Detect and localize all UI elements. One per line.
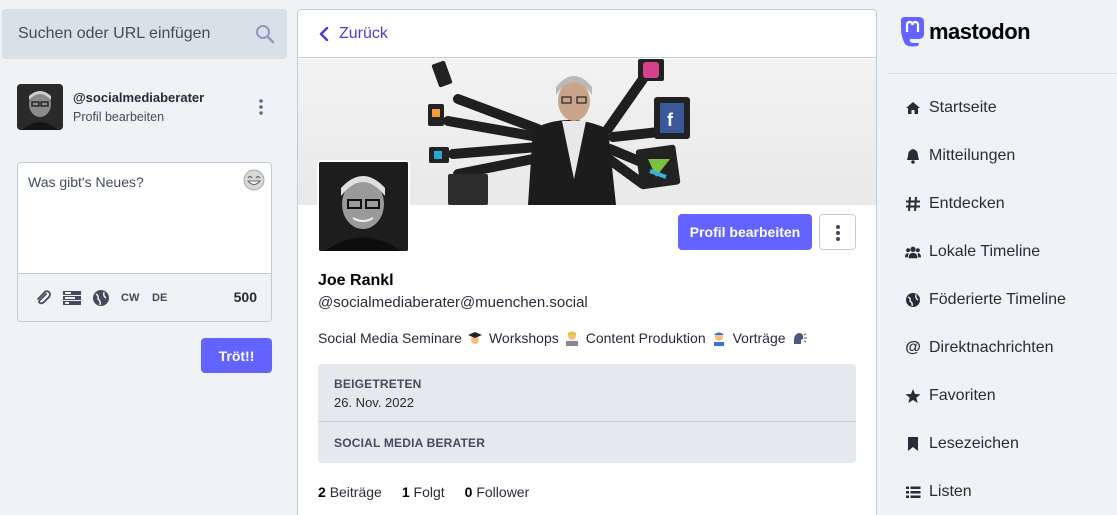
- edit-profile-link[interactable]: Profil bearbeiten: [73, 110, 164, 124]
- field-key: SOCIAL MEDIA BERATER: [334, 436, 486, 450]
- globe-icon: [906, 293, 920, 307]
- nav-label: Direktnachrichten: [929, 339, 1054, 356]
- bio-text: Social Media Seminare: [318, 330, 462, 346]
- speaking-head-icon: [793, 333, 807, 344]
- nav-label: Lesezeichen: [929, 435, 1019, 452]
- person-worker-icon: [713, 332, 724, 346]
- profile-bio: Social Media Seminare Workshops Content …: [318, 330, 813, 346]
- nav-item-home[interactable]: Startseite: [887, 84, 1117, 132]
- edit-profile-button[interactable]: Profil bearbeiten: [678, 214, 812, 250]
- nav-item-federated-timeline[interactable]: Föderierte Timeline: [887, 276, 1117, 324]
- globe-icon[interactable]: [92, 289, 110, 307]
- profile-menu-button[interactable]: [819, 214, 856, 250]
- back-button[interactable]: Zurück: [339, 25, 388, 43]
- chevron-left-icon[interactable]: [318, 27, 330, 41]
- language-selector[interactable]: DE: [152, 289, 167, 307]
- nav-item-explore[interactable]: Entdecken: [887, 180, 1117, 228]
- search-bar[interactable]: Suchen oder URL einfügen: [2, 9, 287, 59]
- nav-label: Startseite: [929, 99, 997, 116]
- field-row: BEIGETRETEN 26. Nov. 2022: [318, 364, 856, 422]
- more-vertical-icon[interactable]: [257, 98, 265, 116]
- search-input[interactable]: Suchen oder URL einfügen: [18, 25, 210, 43]
- bell-icon: [907, 149, 919, 164]
- nav-label: Entdecken: [929, 195, 1005, 212]
- back-header[interactable]: Zurück: [298, 10, 876, 58]
- brand-name: mastodon: [929, 19, 1031, 44]
- graduation-cap-icon: [467, 332, 482, 344]
- mastodon-logo[interactable]: mastodon: [897, 14, 1031, 50]
- person-laptop-icon: [565, 331, 578, 346]
- content-warning-toggle[interactable]: CW: [121, 289, 139, 307]
- bookmark-icon: [908, 437, 918, 451]
- compose-toolbar: CW DE 500: [18, 273, 271, 321]
- divider: [887, 73, 1117, 74]
- posts-count-link[interactable]: 2 Beiträge: [318, 484, 382, 500]
- star-icon: [905, 389, 921, 403]
- followers-count-link[interactable]: 0 Follower: [465, 484, 530, 500]
- mastodon-icon: [901, 17, 924, 47]
- publish-button[interactable]: Tröt!!: [201, 338, 272, 373]
- nav-label: Listen: [929, 483, 972, 500]
- poll-icon[interactable]: [62, 289, 82, 307]
- bio-text: Workshops: [488, 330, 559, 346]
- profile-fields: BEIGETRETEN 26. Nov. 2022 SOCIAL MEDIA B…: [318, 364, 856, 463]
- nav-item-lists[interactable]: Listen: [887, 468, 1117, 515]
- nav-item-local-timeline[interactable]: Lokale Timeline: [887, 228, 1117, 276]
- compose-textarea[interactable]: Was gibt's Neues?: [28, 174, 144, 190]
- hashtag-icon: [906, 196, 920, 212]
- compose-form: Was gibt's Neues? CW DE 500: [17, 162, 272, 322]
- main-navigation: Startseite Mitteilungen Entdecken Lokale…: [887, 84, 1117, 515]
- field-key: BEIGETRETEN: [334, 377, 422, 391]
- display-name: Joe Rankl: [318, 272, 394, 289]
- nav-label: Mitteilungen: [929, 147, 1016, 164]
- nav-label: Föderierte Timeline: [929, 291, 1066, 308]
- field-value: 26. Nov. 2022: [334, 395, 414, 410]
- search-icon[interactable]: [255, 24, 275, 44]
- avatar[interactable]: [17, 84, 63, 130]
- profile-avatar[interactable]: [317, 160, 410, 253]
- list-icon: [906, 486, 921, 498]
- nav-label: Favoriten: [929, 387, 996, 404]
- nav-item-direct-messages[interactable]: @ Direktnachrichten: [887, 324, 1117, 372]
- users-icon: [905, 246, 921, 259]
- nav-item-favourites[interactable]: Favoriten: [887, 372, 1117, 420]
- account-handle: @socialmediaberater@muenchen.social: [318, 294, 588, 311]
- emoji-picker-icon[interactable]: [243, 169, 265, 191]
- nav-item-bookmarks[interactable]: Lesezeichen: [887, 420, 1117, 468]
- svg-text:f: f: [667, 110, 674, 130]
- nav-item-notifications[interactable]: Mitteilungen: [887, 132, 1117, 180]
- current-user: @socialmediaberater Profil bearbeiten: [17, 84, 277, 134]
- bio-text: Vorträge: [732, 330, 786, 346]
- home-icon: [906, 102, 920, 114]
- paperclip-icon[interactable]: [34, 289, 52, 307]
- account-handle[interactable]: @socialmediaberater: [73, 90, 204, 105]
- more-vertical-icon: [836, 225, 840, 241]
- character-counter: 500: [233, 289, 257, 305]
- profile-column: Zurück f Profil bearbeiten Joe Rankl @so…: [297, 9, 877, 515]
- nav-label: Lokale Timeline: [929, 243, 1041, 260]
- at-icon: @: [905, 339, 921, 356]
- following-count-link[interactable]: 1 Folgt: [402, 484, 445, 500]
- bio-text: Content Produktion: [585, 330, 706, 346]
- profile-stats: 2 Beiträge 1 Folgt 0 Follower: [318, 484, 529, 500]
